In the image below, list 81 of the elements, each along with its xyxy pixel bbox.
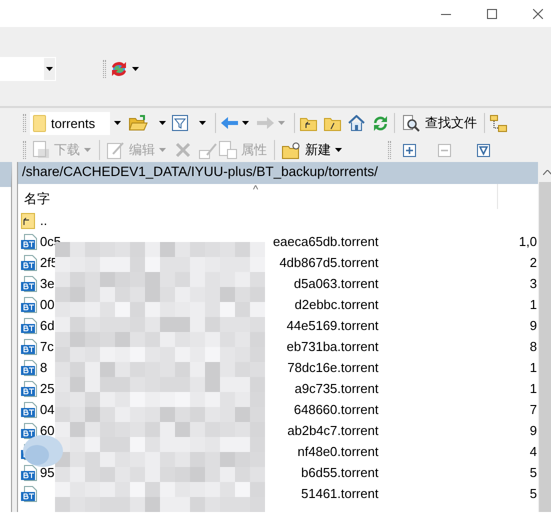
torrent-file-icon xyxy=(21,296,37,312)
file-size: 1 xyxy=(530,381,537,396)
caret-icon xyxy=(46,67,53,71)
file-size: 3 xyxy=(530,276,537,291)
file-size: 1 xyxy=(530,360,537,375)
file-name: eaeca65db.torrent xyxy=(272,234,378,249)
file-name: b6d55.torrent xyxy=(301,465,378,480)
file-name: d5a063.torrent xyxy=(294,276,378,291)
torrent-file-icon xyxy=(21,254,37,270)
file-name: 04 xyxy=(40,402,56,417)
file-name: 78dc16e.torrent xyxy=(287,360,378,375)
file-size: 7 xyxy=(530,402,537,417)
path-combo[interactable]: torrents xyxy=(30,112,110,134)
torrent-file-icon xyxy=(21,464,37,480)
caret-icon[interactable] xyxy=(242,121,249,125)
file-name: ab2b4c7.torrent xyxy=(287,423,378,438)
file-name: 60 xyxy=(40,423,56,438)
torrent-file-icon xyxy=(21,338,37,354)
properties-icon xyxy=(219,141,237,159)
file-size: 1 xyxy=(530,297,537,312)
scroll-up-icon[interactable] xyxy=(542,170,551,174)
parent-folder-icon[interactable] xyxy=(300,116,317,130)
torrent-file-icon xyxy=(21,486,37,502)
caret-icon[interactable] xyxy=(199,121,206,125)
file-name: 6d xyxy=(40,318,56,333)
file-size: 4 xyxy=(530,444,537,459)
sync-icon[interactable] xyxy=(110,60,128,78)
torrent-file-icon xyxy=(21,234,37,250)
torrent-file-icon xyxy=(21,422,37,438)
caret-icon[interactable] xyxy=(159,121,166,125)
filter-icon[interactable] xyxy=(172,115,188,131)
pencil-icon xyxy=(107,141,125,159)
file-name: 4db867d5.torrent xyxy=(279,255,378,270)
sort-indicator: ^ xyxy=(253,184,258,196)
file-name: 648660.torrent xyxy=(294,402,378,417)
search-icon xyxy=(402,114,420,132)
file-name: 7c xyxy=(40,339,55,354)
filter-icon[interactable] xyxy=(477,144,490,156)
file-size: 9 xyxy=(530,423,537,438)
file-name: .. xyxy=(40,213,48,228)
file-size: 1,0 xyxy=(518,234,537,249)
new-button[interactable]: 新建 xyxy=(280,139,348,161)
torrent-file-icon xyxy=(21,318,37,334)
file-size: 9 xyxy=(530,318,537,333)
file-size: 2 xyxy=(530,255,537,270)
file-size: 5 xyxy=(530,486,537,501)
file-name: 3e xyxy=(40,276,56,291)
file-name: 00 xyxy=(40,297,56,312)
file-name: eb731ba.torrent xyxy=(286,339,378,354)
expand-icon[interactable] xyxy=(403,144,416,156)
file-name: nf48e0.torrent xyxy=(298,444,378,459)
new-folder-icon xyxy=(282,142,301,158)
maximize-icon xyxy=(487,8,497,18)
refresh-icon[interactable] xyxy=(372,114,389,132)
caret-icon[interactable] xyxy=(132,67,139,71)
torrent-file-icon xyxy=(21,402,37,418)
file-name: 25 xyxy=(40,381,56,396)
file-name: 44e5169.torrent xyxy=(286,318,378,333)
file-name: a9c735.torrent xyxy=(294,381,378,396)
tree-icon[interactable] xyxy=(490,114,507,132)
file-size: 5 xyxy=(530,465,537,480)
path-bar: /share/CACHEDEV1_DATA/IYUU-plus/BT_backup/torrents/ xyxy=(18,162,538,184)
name-column-header[interactable]: 名字 ^ xyxy=(18,184,538,210)
home-icon[interactable] xyxy=(348,115,365,131)
file-size: 8 xyxy=(530,339,537,354)
file-name: 51461.torrent xyxy=(301,486,378,501)
parent-folder-icon xyxy=(21,212,37,228)
file-name: 95 xyxy=(40,465,56,480)
torrent-file-icon xyxy=(21,380,37,396)
root-folder-icon[interactable] xyxy=(324,116,341,130)
open-folder-icon[interactable] xyxy=(129,115,148,131)
folder-icon xyxy=(33,114,46,132)
torrent-file-icon xyxy=(21,360,37,376)
caret-icon[interactable] xyxy=(114,121,121,125)
find-files-button[interactable]: 查找文件 xyxy=(400,112,479,134)
caret-icon[interactable] xyxy=(335,148,342,152)
close-icon xyxy=(533,8,543,18)
file-name: d2ebbc.torrent xyxy=(294,297,378,312)
torrent-file-icon xyxy=(21,276,37,292)
file-name: 8 xyxy=(40,360,48,375)
file-download-icon xyxy=(32,141,50,159)
